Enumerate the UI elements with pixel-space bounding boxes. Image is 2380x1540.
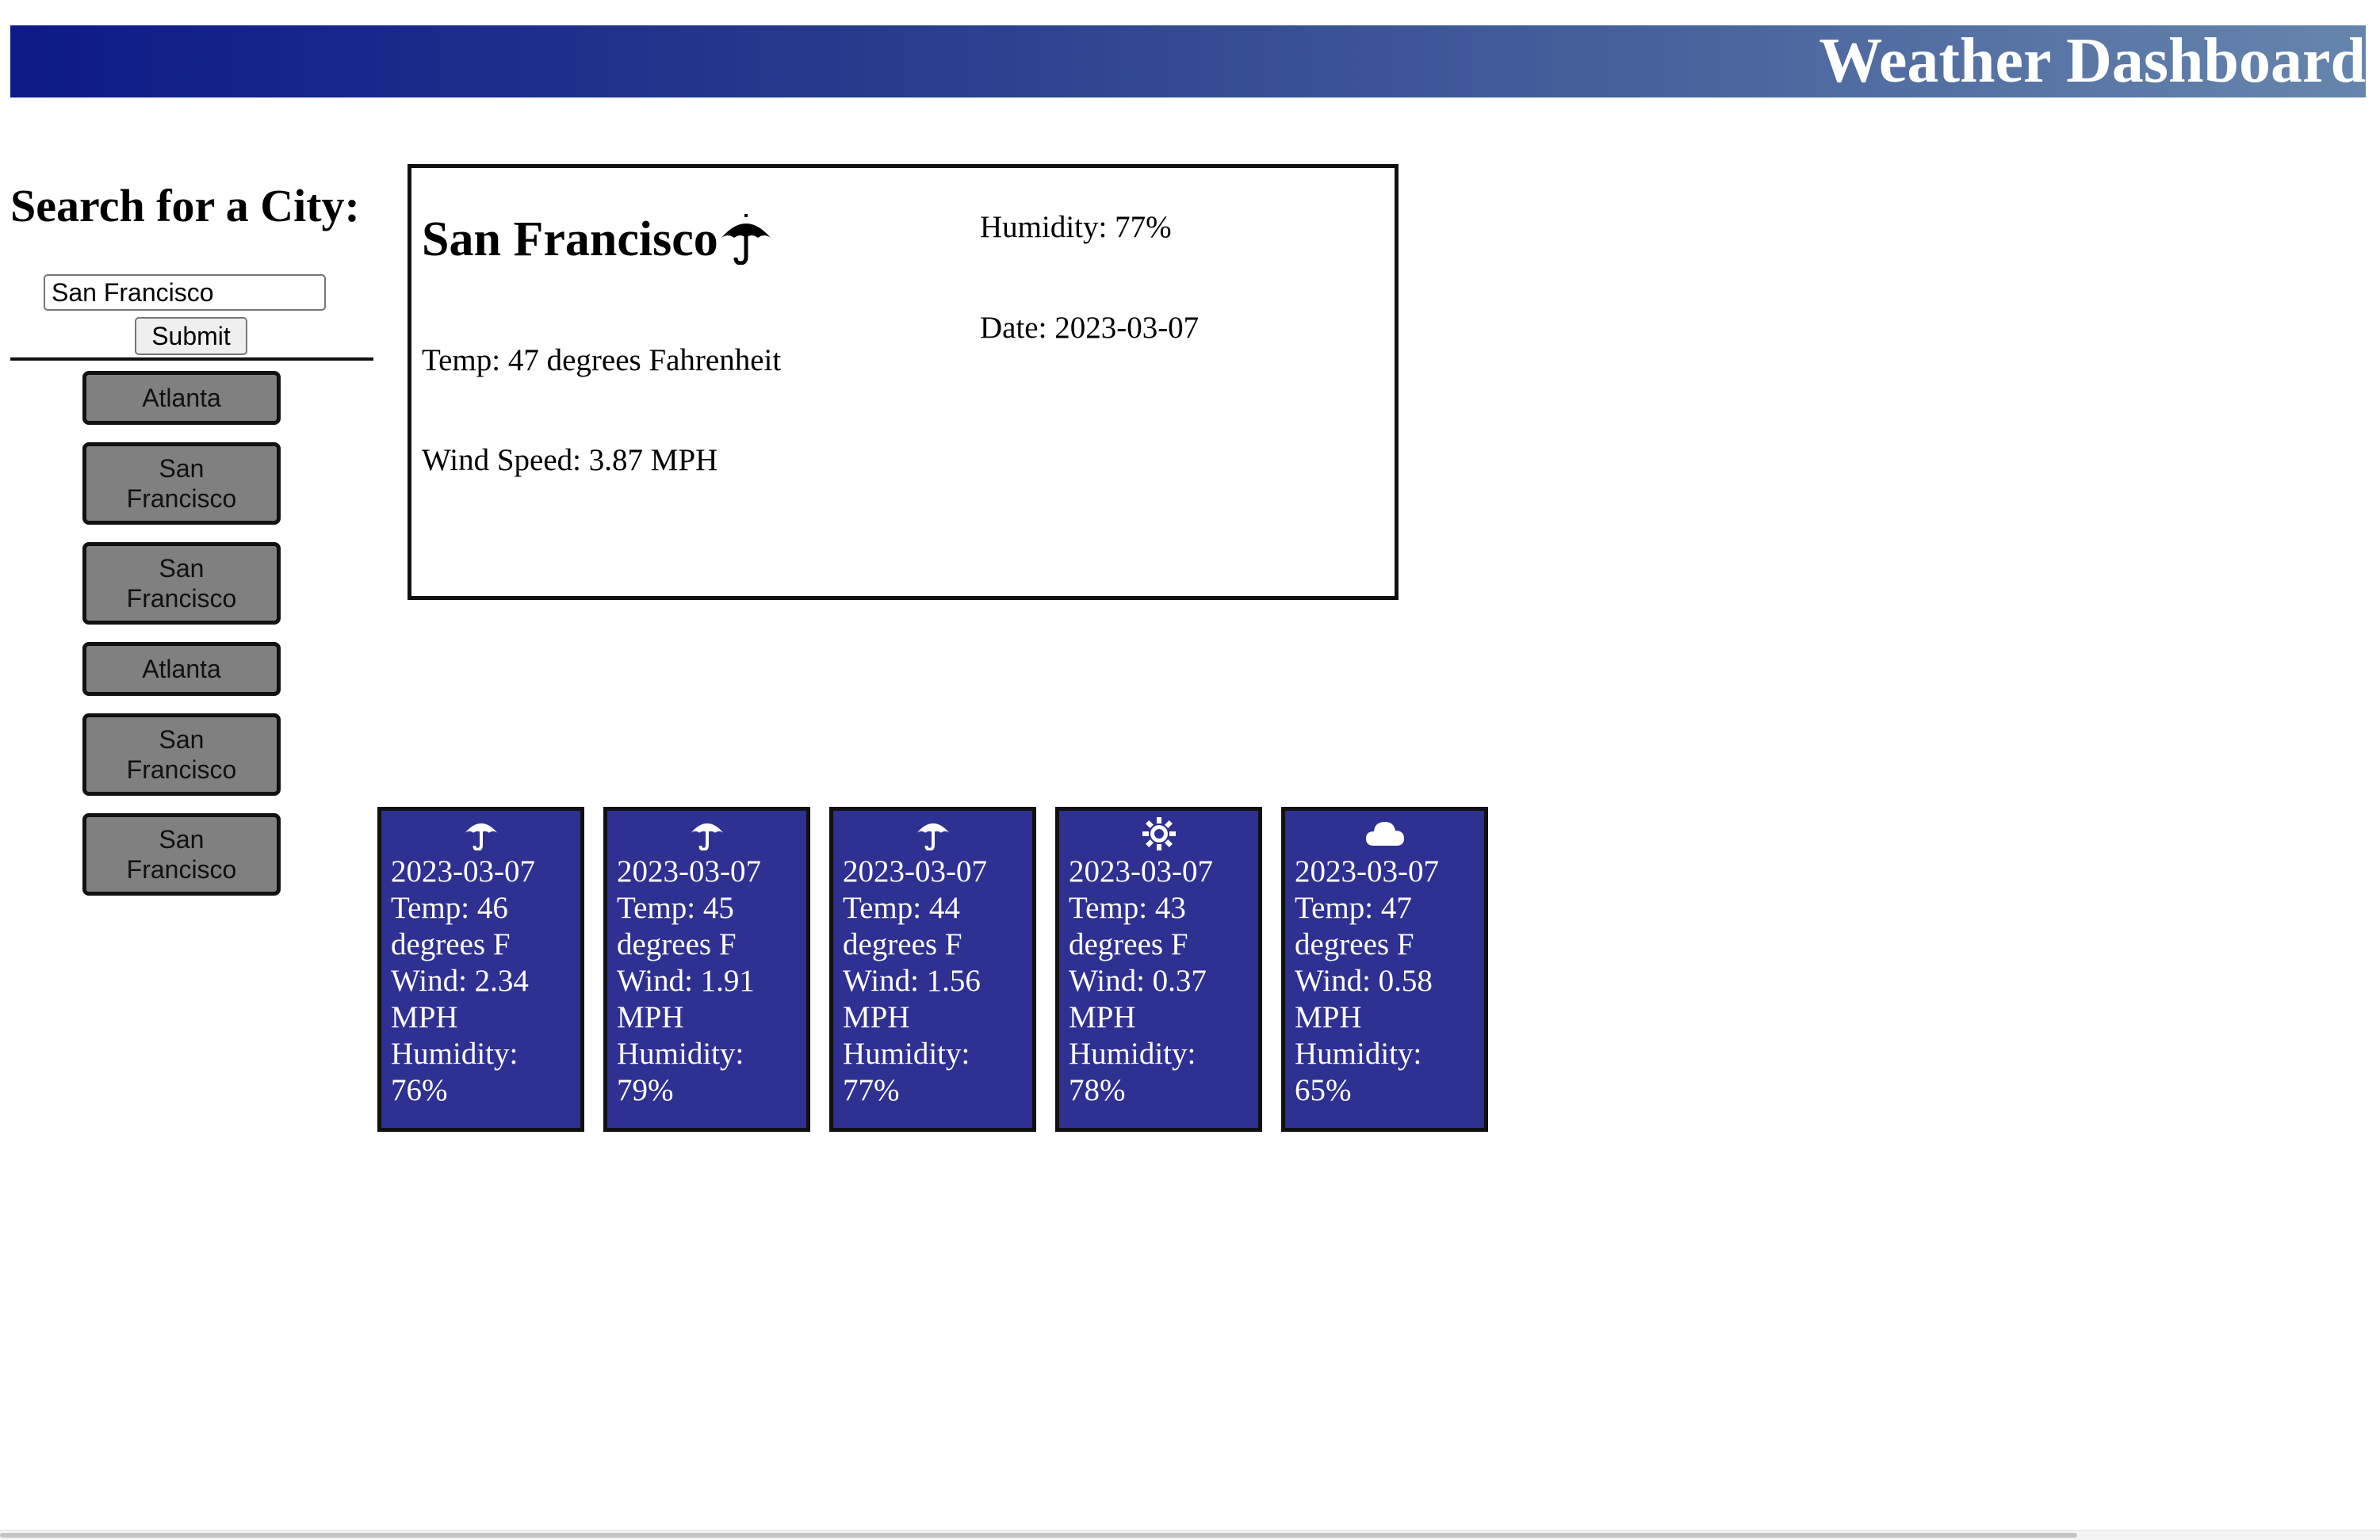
forecast-temp-unit: degrees F: [1295, 927, 1414, 961]
forecast-date: 2023-03-07: [391, 854, 535, 888]
cloud-icon: [1295, 817, 1475, 854]
umbrella-icon: [617, 817, 797, 854]
forecast-wind: Wind: 1.91: [617, 964, 755, 998]
header-banner: Weather Dashboard: [10, 25, 2366, 97]
history-button[interactable]: Atlanta: [82, 642, 281, 696]
search-history-list: Atlanta San Francisco San Francisco Atla…: [82, 371, 281, 913]
forecast-wind-unit: MPH: [843, 1000, 910, 1034]
history-button[interactable]: San Francisco: [82, 713, 281, 796]
city-search-input[interactable]: [44, 274, 326, 311]
forecast-wind: Wind: 1.56: [843, 964, 981, 998]
umbrella-icon: [391, 817, 571, 854]
current-city-heading: San Francisco: [422, 208, 774, 271]
forecast-humidity-label: Humidity:: [843, 1037, 970, 1071]
forecast-date: 2023-03-07: [843, 854, 987, 888]
current-city-name: San Francisco: [422, 212, 718, 266]
forecast-card: 2023-03-07 Temp: 47 degrees F Wind: 0.58…: [1281, 807, 1488, 1132]
forecast-temp: Temp: 44: [843, 891, 960, 925]
forecast-card: 2023-03-07 Temp: 44 degrees F Wind: 1.56…: [829, 807, 1036, 1132]
forecast-date: 2023-03-07: [1069, 854, 1213, 888]
horizontal-scrollbar-thumb[interactable]: [0, 1533, 2077, 1538]
current-wind-speed: Wind Speed: 3.87 MPH: [422, 443, 718, 477]
forecast-humidity-label: Humidity:: [617, 1037, 744, 1071]
forecast-date: 2023-03-07: [1295, 854, 1439, 888]
forecast-humidity-value: 65%: [1295, 1073, 1352, 1107]
forecast-wind-unit: MPH: [617, 1000, 684, 1034]
forecast-humidity-value: 78%: [1069, 1073, 1126, 1107]
forecast-temp-unit: degrees F: [391, 927, 511, 961]
forecast-temp-unit: degrees F: [617, 927, 737, 961]
forecast-temp-unit: degrees F: [843, 927, 962, 961]
forecast-card: 2023-03-07 Temp: 43 degrees F Wind: 0.37…: [1055, 807, 1262, 1132]
umbrella-icon: [843, 817, 1023, 854]
history-button[interactable]: San Francisco: [82, 542, 281, 625]
forecast-wind-unit: MPH: [1295, 1000, 1362, 1034]
forecast-humidity-label: Humidity:: [1295, 1037, 1422, 1071]
history-button[interactable]: San Francisco: [82, 813, 281, 896]
history-button[interactable]: Atlanta: [82, 371, 281, 425]
forecast-wind-unit: MPH: [1069, 1000, 1136, 1034]
current-weather-card: San Francisco Temp: 47 degrees Fahrenhei…: [408, 164, 1399, 600]
sun-icon: [1069, 817, 1249, 854]
forecast-wind: Wind: 0.58: [1295, 964, 1433, 998]
forecast-wind-unit: MPH: [391, 1000, 458, 1034]
forecast-humidity-label: Humidity:: [1069, 1037, 1196, 1071]
forecast-temp: Temp: 47: [1295, 891, 1412, 925]
forecast-humidity-value: 77%: [843, 1073, 900, 1107]
forecast-temp: Temp: 45: [617, 891, 734, 925]
umbrella-icon: [721, 214, 771, 265]
forecast-temp: Temp: 46: [391, 891, 508, 925]
forecast-wind: Wind: 0.37: [1069, 964, 1207, 998]
search-section: Search for a City: Submit: [10, 174, 373, 361]
submit-button[interactable]: Submit: [135, 317, 247, 355]
forecast-humidity-value: 76%: [391, 1073, 448, 1107]
history-button[interactable]: San Francisco: [82, 442, 281, 525]
current-date: Date: 2023-03-07: [980, 311, 1200, 345]
forecast-wind: Wind: 2.34: [391, 964, 529, 998]
forecast-temp: Temp: 43: [1069, 891, 1186, 925]
forecast-card: 2023-03-07 Temp: 45 degrees F Wind: 1.91…: [603, 807, 810, 1132]
forecast-humidity-value: 79%: [617, 1073, 674, 1107]
search-divider: [10, 357, 373, 361]
page-title: Weather Dashboard: [1819, 26, 2366, 96]
forecast-humidity-label: Humidity:: [391, 1037, 518, 1071]
forecast-card: 2023-03-07 Temp: 46 degrees F Wind: 2.34…: [377, 807, 584, 1132]
forecast-date: 2023-03-07: [617, 854, 761, 888]
search-heading: Search for a City:: [10, 180, 360, 231]
current-temp: Temp: 47 degrees Fahrenheit: [422, 343, 782, 377]
forecast-temp-unit: degrees F: [1069, 927, 1188, 961]
current-humidity: Humidity: 77%: [980, 210, 1172, 244]
